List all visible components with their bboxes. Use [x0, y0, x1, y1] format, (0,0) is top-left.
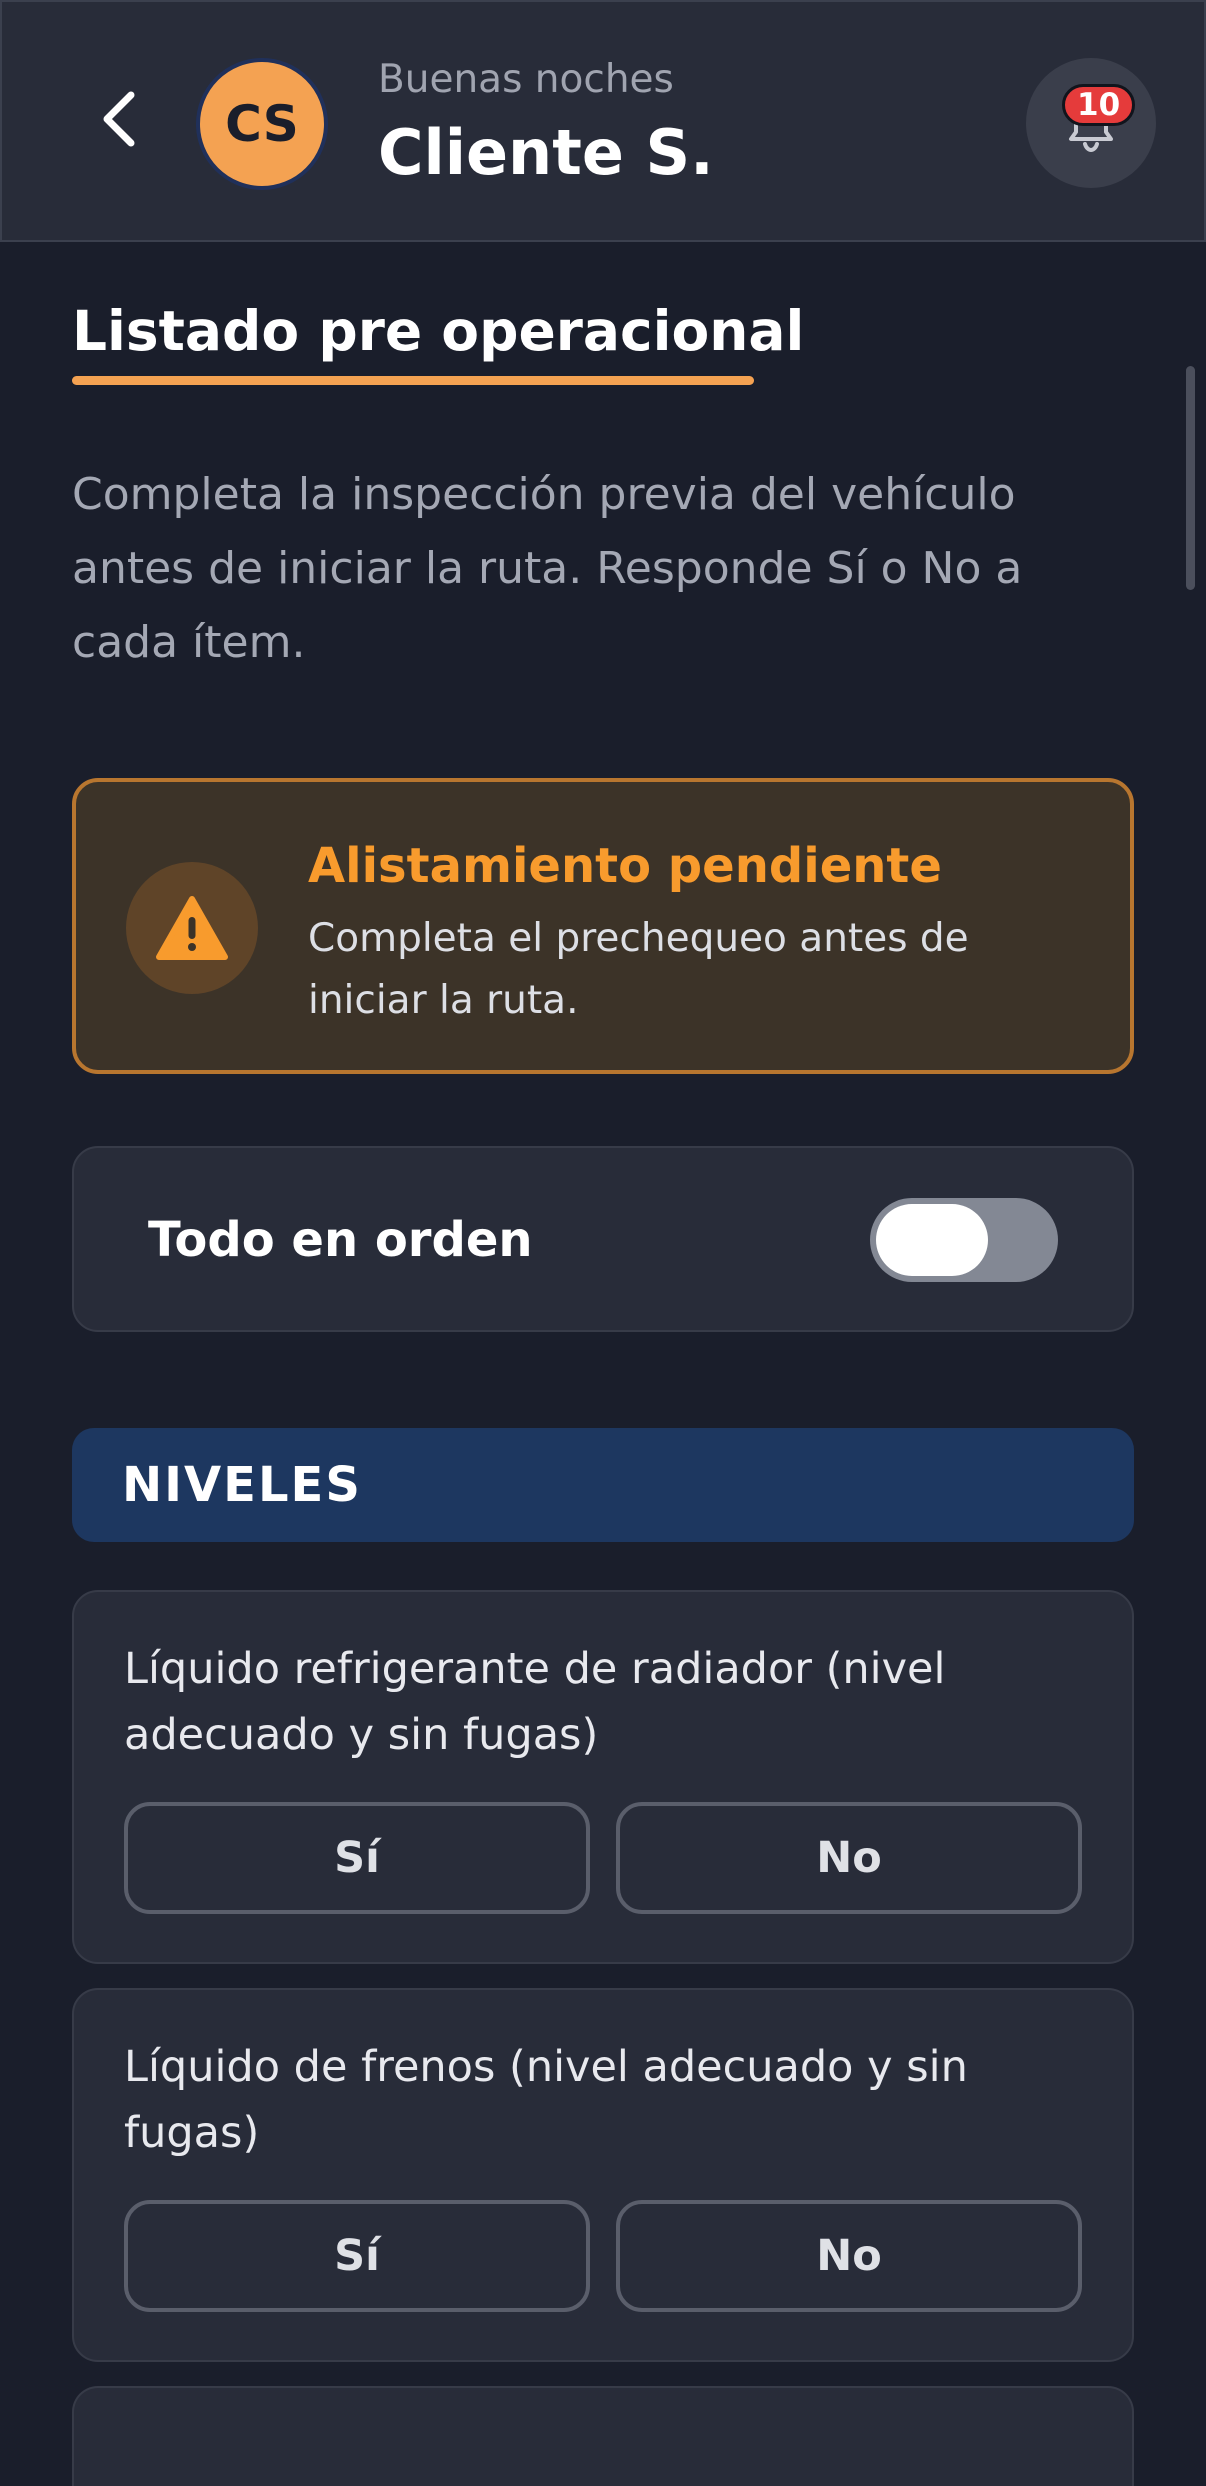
alert-title: Alistamiento pendiente [308, 838, 942, 894]
no-button[interactable]: No [616, 1802, 1082, 1914]
all-ok-card: Todo en orden [72, 1146, 1134, 1332]
category-label: NIVELES [122, 1457, 362, 1513]
scrollbar[interactable] [1186, 366, 1195, 590]
checklist-item-text: Líquido refrigerante de radiador (nivel … [124, 1644, 946, 1760]
no-button[interactable]: No [616, 2200, 1082, 2312]
all-ok-toggle[interactable] [870, 1198, 1058, 1282]
avatar-initials: CS [225, 95, 299, 153]
notifications-button[interactable]: 10 [1026, 58, 1156, 188]
alert-icon-container [126, 862, 258, 994]
chevron-left-icon [103, 91, 135, 147]
pending-alert: Alistamiento pendiente Completa el prech… [72, 778, 1134, 1074]
all-ok-label: Todo en orden [148, 1212, 533, 1268]
category-header: NIVELES [72, 1428, 1134, 1542]
checklist-item [72, 2386, 1134, 2486]
checklist-item: Líquido de frenos (nivel adecuado y sin … [72, 1988, 1134, 2362]
alert-body: Completa el prechequeo antes de iniciar … [308, 916, 969, 1023]
app-header: CS Buenas noches Cliente S. 10 [0, 0, 1206, 242]
toggle-knob [876, 1204, 988, 1276]
yes-button[interactable]: Sí [124, 1802, 590, 1914]
page-title: Listado pre operacional [72, 299, 805, 363]
warning-icon [156, 896, 228, 960]
yes-button[interactable]: Sí [124, 2200, 590, 2312]
page-intro: Completa la inspección previa del vehícu… [72, 469, 1023, 668]
title-underline [72, 376, 754, 385]
greeting-text: Buenas noches [378, 57, 674, 102]
avatar[interactable]: CS [196, 58, 328, 190]
back-button[interactable] [84, 84, 154, 154]
checklist-item: Líquido refrigerante de radiador (nivel … [72, 1590, 1134, 1964]
checklist-item-text: Líquido de frenos (nivel adecuado y sin … [124, 2042, 968, 2158]
notification-badge: 10 [1062, 84, 1136, 126]
user-name: Cliente S. [378, 116, 714, 189]
